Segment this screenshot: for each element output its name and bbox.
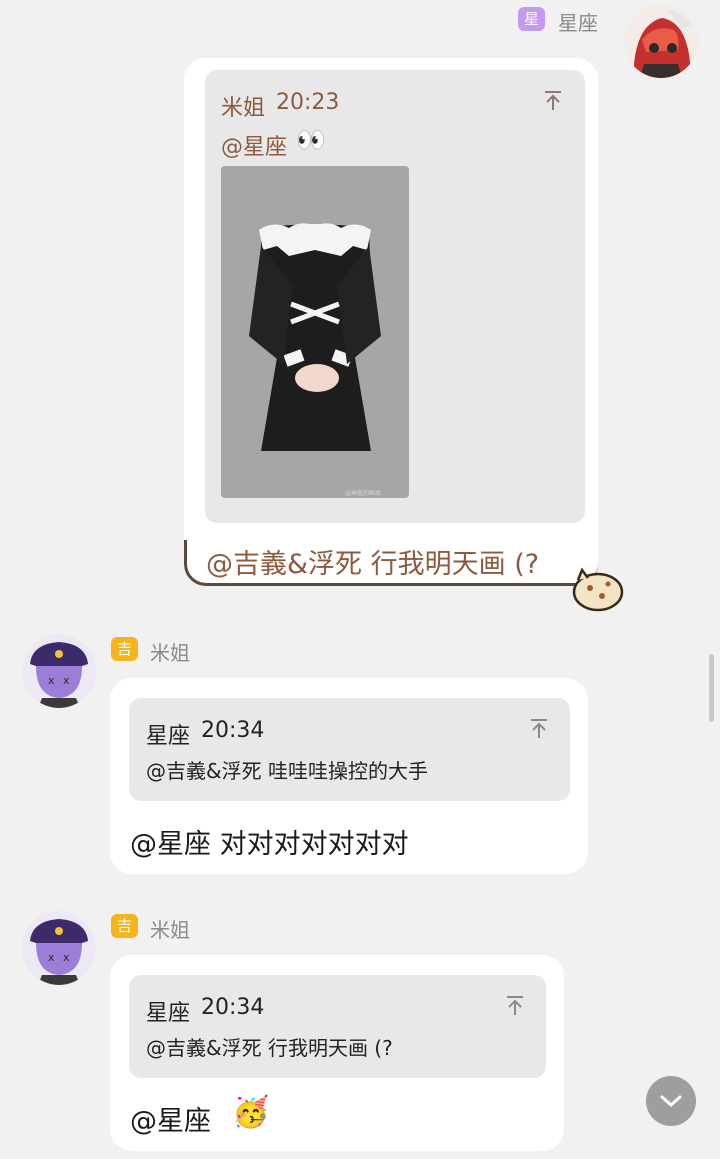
message-text: @星座 对对对对对对对: [130, 829, 409, 860]
svg-text:x: x: [63, 674, 70, 687]
chevron-down-icon: [660, 1095, 682, 1107]
scroll-to-bottom-button[interactable]: [646, 1076, 696, 1126]
quoted-message[interactable]: [129, 698, 570, 801]
pin-to-top-icon[interactable]: [504, 994, 526, 1016]
avatar-sender[interactable]: x x: [22, 634, 96, 708]
quoted-image[interactable]: @米姐的画本: [221, 166, 409, 498]
avatar-self[interactable]: [624, 4, 698, 78]
message-text: @星座: [130, 1106, 211, 1137]
cookie-sticker-icon: [572, 567, 624, 612]
quoted-message[interactable]: [129, 975, 546, 1078]
quote-text: @星座: [221, 135, 288, 160]
scrollbar-thumb[interactable]: [709, 654, 714, 722]
party-emoji: 🥳: [232, 1095, 270, 1130]
quote-author: 星座: [146, 1001, 191, 1026]
sender-name: 米姐: [150, 641, 190, 665]
quote-time: 20:23: [276, 90, 340, 115]
svg-text:x: x: [63, 951, 70, 964]
svg-text:x: x: [48, 674, 55, 687]
pin-to-top-icon[interactable]: [542, 89, 564, 111]
quote-author: 星座: [146, 724, 191, 749]
outgoing-message-text: @吉義&浮死 行我明天画 (?: [206, 549, 540, 580]
image-watermark: @米姐的画本: [345, 490, 382, 497]
pin-to-top-icon[interactable]: [528, 717, 550, 739]
svg-text:x: x: [48, 951, 55, 964]
role-badge: 星: [518, 7, 546, 31]
role-badge: 吉: [111, 914, 139, 938]
sender-name: 星座: [558, 11, 598, 35]
quote-author: 米姐: [221, 96, 266, 121]
role-badge: 吉: [111, 637, 139, 661]
sender-name: 米姐: [150, 918, 190, 942]
avatar-sender[interactable]: x x: [22, 911, 96, 985]
quote-time: 20:34: [201, 995, 265, 1020]
quote-text: @吉義&浮死 行我明天画 (?: [146, 1036, 393, 1060]
quote-text: @吉義&浮死 哇哇哇操控的大手: [146, 759, 428, 783]
quote-time: 20:34: [201, 718, 265, 743]
eyes-emoji: 👀: [296, 126, 326, 154]
